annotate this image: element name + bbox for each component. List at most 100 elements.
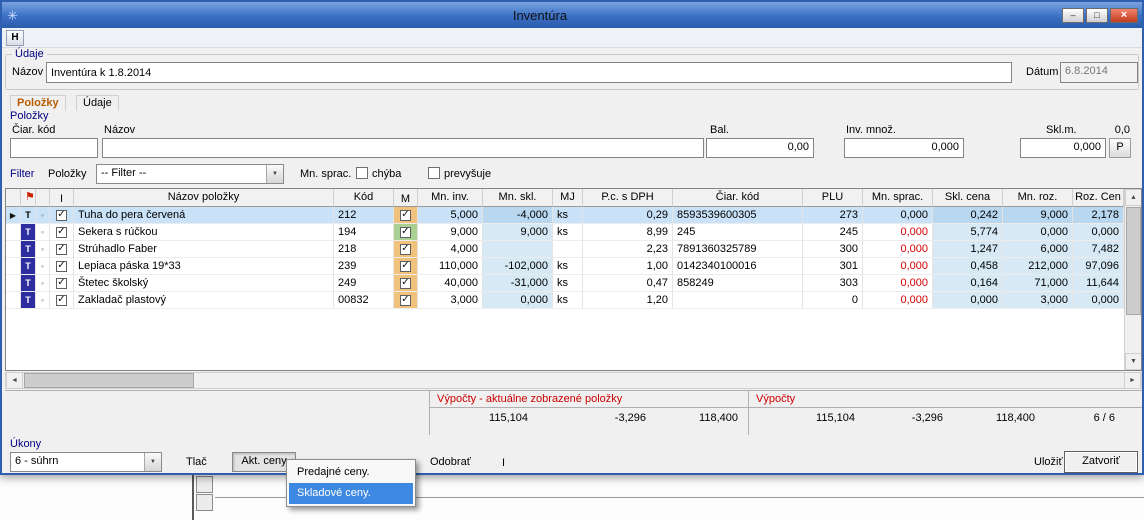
checkbox-checked-icon[interactable]: ✓: [56, 295, 67, 306]
grid-header-kod[interactable]: Kód: [334, 189, 394, 207]
scroll-down-icon[interactable]: ▼: [1125, 353, 1142, 370]
row-dot-icon: ◦: [36, 292, 50, 309]
background-cell: [196, 494, 213, 511]
table-row[interactable]: T ◦ ✓ Sekera s rúčkou 194 ✓ 9,000 9,000 …: [6, 224, 1124, 241]
tab-udaje[interactable]: Údaje: [76, 95, 119, 111]
nazov-input[interactable]: [46, 62, 1012, 83]
row-dot-icon: ◦: [36, 207, 50, 224]
scroll-right-icon[interactable]: ►: [1124, 372, 1141, 389]
minimize-button[interactable]: –: [1062, 8, 1084, 23]
row-dot-icon: ◦: [36, 241, 50, 258]
bal-field[interactable]: 0,00: [706, 138, 814, 158]
close-button[interactable]: ×: [1110, 8, 1138, 23]
cell-pc-dph: 1,00: [583, 258, 673, 275]
grid-header[interactable]: ⚑ I Názov položky Kód M Mn. inv. Mn. skl…: [6, 189, 1124, 207]
tlac-button[interactable]: Tlač: [186, 456, 207, 468]
zatvorit-button[interactable]: Zatvoriť: [1064, 451, 1138, 473]
filter-group-label: Filter: [10, 168, 34, 180]
row-m-checkbox[interactable]: ✓: [394, 258, 418, 275]
tab-polozky[interactable]: Položky: [10, 95, 66, 111]
table-row[interactable]: T ◦ ✓ Lepiaca páska 19*33 239 ✓ 110,000 …: [6, 258, 1124, 275]
chevron-down-icon[interactable]: ▼: [144, 453, 161, 471]
grid-header-mj[interactable]: MJ: [553, 189, 583, 207]
filter-combobox-value: -- Filter --: [97, 165, 266, 183]
filter-polozky-label: Položky: [48, 168, 87, 180]
checkbox-checked-icon[interactable]: ✓: [400, 278, 411, 289]
ukony-combobox[interactable]: 6 - súhrn ▼: [10, 452, 162, 472]
grid-header-nazov[interactable]: Názov položky: [74, 189, 334, 207]
toolbar-button-h[interactable]: H: [6, 30, 24, 46]
checkbox-checked-icon[interactable]: ✓: [56, 261, 67, 272]
grid-header-i[interactable]: I: [50, 189, 74, 207]
checkbox-checked-icon[interactable]: ✓: [56, 227, 67, 238]
ulozit-button[interactable]: Uložiť: [1034, 456, 1063, 468]
row-m-checkbox[interactable]: ✓: [394, 224, 418, 241]
filter-combobox[interactable]: -- Filter -- ▼: [96, 164, 284, 184]
cell-mn-skl: 9,000: [483, 224, 553, 241]
table-row[interactable]: T ◦ ✓ Štetec školský 249 ✓ 40,000 -31,00…: [6, 275, 1124, 292]
inventura-window: ✳ Inventúra – □ × H Údaje Názov Dátum 6.…: [0, 0, 1144, 475]
summary-total-value: -3,296: [855, 412, 943, 424]
cell-nazov: Strúhadlo Faber: [74, 241, 334, 258]
row-m-checkbox[interactable]: ✓: [394, 275, 418, 292]
grid-header-ciar-kod[interactable]: Čiar. kód: [673, 189, 803, 207]
checkbox-checked-icon[interactable]: ✓: [56, 244, 67, 255]
cell-mn-skl: 0,000: [483, 292, 553, 309]
row-m-checkbox[interactable]: ✓: [394, 292, 418, 309]
odobrat-button[interactable]: Odobrať: [430, 456, 471, 468]
ciar-kod-input[interactable]: [10, 138, 98, 158]
prevysuje-checkbox[interactable]: [428, 167, 440, 179]
row-m-checkbox[interactable]: ✓: [394, 207, 418, 224]
checkbox-checked-icon[interactable]: ✓: [56, 278, 67, 289]
grid-header-dot: [36, 189, 50, 207]
vertical-scroll-thumb[interactable]: [1126, 207, 1141, 315]
row-i-checkbox[interactable]: ✓: [50, 207, 74, 224]
maximize-button[interactable]: □: [1086, 8, 1108, 23]
table-row[interactable]: T ◦ ✓ Strúhadlo Faber 218 ✓ 4,000 2,23 7…: [6, 241, 1124, 258]
scroll-left-icon[interactable]: ◄: [6, 372, 23, 389]
grid-header-plu[interactable]: PLU: [803, 189, 863, 207]
horizontal-scrollbar[interactable]: ◄ ►: [5, 372, 1142, 389]
sklm-field[interactable]: 0,000: [1020, 138, 1106, 158]
grid-header-roz-cena[interactable]: Roz. Cen: [1073, 189, 1124, 207]
row-i-checkbox[interactable]: ✓: [50, 258, 74, 275]
grid-header-m[interactable]: M: [394, 189, 418, 207]
cell-pc-dph: 8,99: [583, 224, 673, 241]
vertical-scrollbar[interactable]: ▲ ▼: [1124, 189, 1141, 370]
checkbox-checked-icon[interactable]: ✓: [400, 227, 411, 238]
grid-header-mn-inv[interactable]: Mn. inv.: [418, 189, 483, 207]
grid-header-pc-dph[interactable]: P.c. s DPH: [583, 189, 673, 207]
cell-roz-cena: 2,178: [1073, 207, 1124, 224]
menu-item-predajne-ceny[interactable]: Predajné ceny.: [289, 462, 413, 483]
row-i-checkbox[interactable]: ✓: [50, 224, 74, 241]
p-button[interactable]: P: [1109, 138, 1131, 158]
table-row[interactable]: T ◦ ✓ Zakladač plastový 00832 ✓ 3,000 0,…: [6, 292, 1124, 309]
grid-header-mn-skl[interactable]: Mn. skl.: [483, 189, 553, 207]
inv-mnoz-field[interactable]: 0,000: [844, 138, 964, 158]
checkbox-checked-icon[interactable]: ✓: [56, 210, 67, 221]
scroll-up-icon[interactable]: ▲: [1125, 189, 1142, 206]
horizontal-scroll-thumb[interactable]: [24, 373, 194, 388]
cell-mn-roz: 71,000: [1003, 275, 1073, 292]
checkbox-checked-icon[interactable]: ✓: [400, 244, 411, 255]
table-row[interactable]: ▶ T ◦ ✓ Tuha do pera červená 212 ✓ 5,000…: [6, 207, 1124, 224]
grid-header-mn-sprac[interactable]: Mn. sprac.: [863, 189, 933, 207]
chyba-checkbox[interactable]: [356, 167, 368, 179]
row-i-checkbox[interactable]: ✓: [50, 292, 74, 309]
chyba-checkbox-label: chýba: [372, 168, 401, 180]
grid-header-skl-cena[interactable]: Skl. cena: [933, 189, 1003, 207]
row-i-checkbox[interactable]: ✓: [50, 241, 74, 258]
nazov-label: Názov: [12, 66, 43, 78]
checkbox-checked-icon[interactable]: ✓: [400, 261, 411, 272]
menu-item-skladove-ceny[interactable]: Skladové ceny.: [289, 483, 413, 504]
grid-header-mn-roz[interactable]: Mn. roz.: [1003, 189, 1073, 207]
titlebar[interactable]: ✳ Inventúra – □ ×: [2, 2, 1142, 28]
row-i-checkbox[interactable]: ✓: [50, 275, 74, 292]
checkbox-checked-icon[interactable]: ✓: [400, 210, 411, 221]
chevron-down-icon[interactable]: ▼: [266, 165, 283, 183]
grid-body[interactable]: ▶ T ◦ ✓ Tuha do pera červená 212 ✓ 5,000…: [6, 207, 1124, 309]
row-m-checkbox[interactable]: ✓: [394, 241, 418, 258]
nazov-search-input[interactable]: [102, 138, 704, 158]
cell-plu: 303: [803, 275, 863, 292]
checkbox-checked-icon[interactable]: ✓: [400, 295, 411, 306]
